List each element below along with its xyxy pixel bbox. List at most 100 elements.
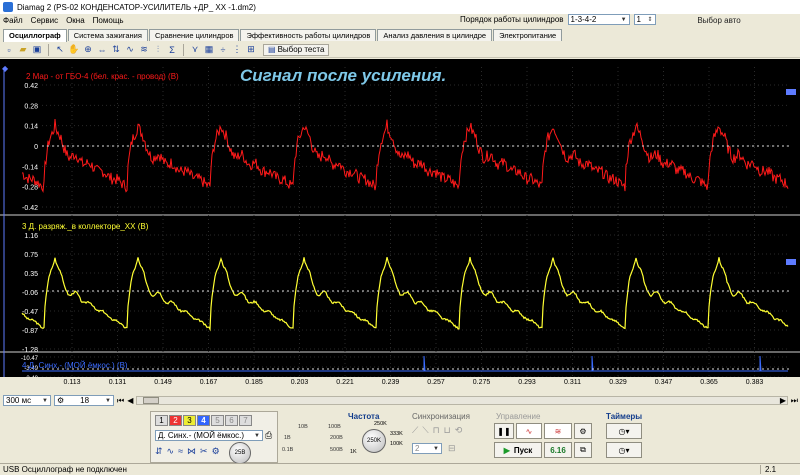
scissors-icon[interactable]: ✂ [200,446,208,457]
rising-edge-icon[interactable]: ⟋ [412,425,418,436]
pulse-neg-icon[interactable]: ⊔ [444,425,451,436]
tab-ignition[interactable]: Система зажигания [67,29,148,41]
timer-1-button[interactable]: ◷▾ [606,423,642,439]
menu-file[interactable]: Файл [3,16,23,25]
waveform-tool-icon[interactable]: ∿ [167,446,175,457]
horizontal-scrollbar[interactable] [136,396,788,405]
waveform-icon[interactable]: ∿ [124,44,136,56]
timebase-select[interactable]: 300 мс ▼ [3,395,51,406]
sync-level-icon[interactable]: ⊟ [448,443,456,454]
x-tick-label: 0.131 [108,379,127,386]
range-label: 0.1B [282,447,294,453]
invert-icon[interactable]: ⇵ [155,446,163,457]
record-button[interactable]: ⧉ [574,442,592,458]
channel-7-button[interactable]: 7 [239,415,252,426]
channel-1-button[interactable]: 1 [155,415,168,426]
sine-mode-button[interactable]: ∿ [516,423,542,439]
cursor-icon[interactable]: ↖ [54,44,66,56]
tab-cylinder-efficiency[interactable]: Эффективность работы цилиндров [240,29,377,41]
timer-icon: ◷▾ [618,445,630,455]
save-icon[interactable]: ▣ [31,44,43,56]
pulse-icon[interactable]: ⊓ [433,425,440,436]
scroll-last-icon[interactable]: ⏭ [791,396,798,406]
auto-select-button[interactable]: Выбор авто [640,14,798,27]
channel-4-button[interactable]: 4 [197,415,210,426]
channel-2-button[interactable]: 2 [169,415,182,426]
tab-oscilloscope[interactable]: Осциллограф [3,29,67,42]
channel-3-button[interactable]: 3 [183,415,196,426]
scroll-first-icon[interactable]: ⏮ [117,396,124,406]
ruler-icon[interactable]: ⊞ [245,44,257,56]
channel-select[interactable]: Д. Синх.- (МОЙ ёмкос.) ▼ [155,430,263,441]
toolbar-divider [48,43,49,56]
tab-power[interactable]: Электропитание [493,29,563,41]
ch2-side-marker[interactable] [786,89,796,95]
freq-scale-label: 1K [350,449,357,455]
y-tick-label: 1.16 [24,233,38,240]
freq-scale-label: 100K [390,441,403,447]
cylinder-order-select[interactable]: 1-3-4-2 ▼ [567,14,630,25]
x-tick-label: 0.167 [199,379,218,386]
menu-windows[interactable]: Окна [66,16,85,25]
version-label: 2.1 [760,465,790,474]
tab-pressure-analysis[interactable]: Анализ давления в цилиндре [377,29,493,41]
range-knob[interactable]: 25B [229,442,251,464]
test-select-button[interactable]: ▤ Выбор теста [263,43,330,56]
oscilloscope-plot[interactable]: 0.42 0.28 0.14 0 -0.14 -0.28 -0.42 1.16 0.75 0.35… [0,59,800,377]
multi-wave-button[interactable]: ≋ [544,423,572,439]
scroll-left-icon[interactable]: ◀ [127,396,133,405]
marker-icon[interactable]: ⋮ [231,44,243,56]
ch3-side-marker[interactable] [786,259,796,265]
range-label: 200B [330,435,343,441]
scroll-right-icon[interactable]: ▶ [780,396,786,405]
timer-icon: ◷▾ [618,426,630,436]
channel-5-button[interactable]: 5 [211,415,224,426]
settings-button[interactable]: ⚙ [574,423,592,439]
title-bar: Diamag 2 (PS-02 КОНДЕНСАТОР-УСИЛИТЕЛЬ +Д… [0,0,800,14]
range-value: 25B [234,450,246,456]
timer-2-button[interactable]: ◷▾ [606,442,642,458]
menu-help[interactable]: Помощь [93,16,124,25]
x-tick-label: 0.257 [427,379,445,386]
window-title: Diamag 2 (PS-02 КОНДЕНСАТОР-УСИЛИТЕЛЬ +Д… [17,2,256,12]
filter-icon[interactable]: ⋎ [189,44,201,56]
x-tick-label: 0.383 [745,379,764,386]
overlay-icon[interactable]: ≋ [138,44,150,56]
y-tick-label: -0.28 [22,185,38,192]
frequency-knob[interactable]: 250K [362,429,386,453]
y-tick-label: -0.87 [22,328,38,335]
menu-service[interactable]: Сервис [31,16,58,25]
divide-icon[interactable]: ÷ [217,44,229,56]
pause-button[interactable]: ❚❚ [494,423,514,439]
printer-icon[interactable]: ⎙ [265,430,272,441]
hand-icon[interactable]: ✋ [68,44,80,56]
frequency-group: Частота 250K 333K 100K 1K 250K [346,411,406,463]
start-button[interactable]: ▶ Пуск [494,442,542,458]
sum-icon[interactable]: Σ [166,44,178,56]
sync-channel-select[interactable]: 2 ▼ [412,443,442,454]
y-tick-label: -0.14 [22,164,38,171]
channel-select-value: Д. Синх.- (МОЙ ёмкос.) [158,431,245,440]
chart-icon[interactable]: ⫶ [152,44,164,56]
falling-edge-icon[interactable]: ⟍ [422,425,428,436]
x-tick-label: 0.149 [154,379,172,386]
new-file-icon[interactable]: ▫ [3,44,15,56]
settings-tool-icon[interactable]: ⚙ [212,446,220,457]
table-icon[interactable]: ▦ [203,44,215,56]
samples-select[interactable]: ⚙ 18 ▼ [54,395,114,406]
play-icon: ▶ [503,445,510,455]
cursor-handle-icon[interactable]: ◆ [2,64,9,73]
oscilloscope-display[interactable]: 0.42 0.28 0.14 0 -0.14 -0.28 -0.42 1.16 0.75 0.35… [0,59,800,377]
auto-sync-icon[interactable]: ⟲ [455,425,463,436]
filter-tool-icon[interactable]: ⋈ [187,446,196,457]
channel-6-button[interactable]: 6 [225,415,238,426]
zoom-in-icon[interactable]: ⊕ [82,44,94,56]
y-tick-label: 0.75 [24,252,38,259]
scrollbar-thumb[interactable] [143,397,160,404]
tab-cylinder-compare[interactable]: Сравнение цилиндров [148,29,240,41]
multi-wave-icon: ≋ [554,426,562,436]
split-icon[interactable]: ⇅ [110,44,122,56]
zoom-fit-icon[interactable]: ⇔ [96,44,108,56]
fft-icon[interactable]: ≈ [178,446,183,457]
open-folder-icon[interactable]: ▰ [17,44,29,56]
